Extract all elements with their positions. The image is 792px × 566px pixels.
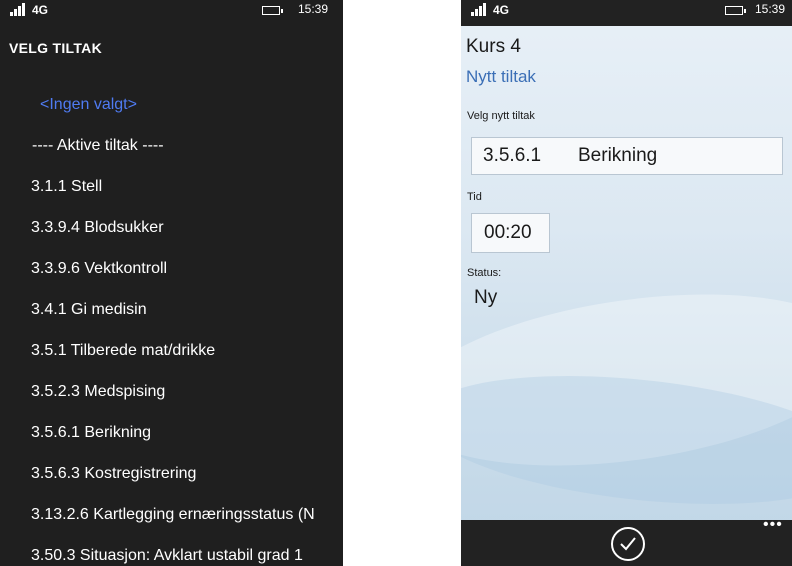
course-title: Kurs 4: [466, 36, 521, 57]
signal-strength-icon: [471, 3, 489, 16]
option-item[interactable]: 3.3.9.4 Blodsukker: [0, 207, 343, 248]
network-type: 4G: [493, 3, 510, 17]
network-type: 4G: [32, 3, 49, 17]
measure-name: Berikning: [578, 145, 658, 166]
clock: 15:39: [298, 2, 329, 16]
option-item[interactable]: 3.50.3 Situasjon: Avklart ustabil grad 1: [0, 535, 343, 566]
option-item[interactable]: 3.13.2.6 Kartlegging ernæringsstatus (N: [0, 494, 343, 535]
status-bar: 4G 15:39: [461, 0, 792, 26]
option-none-selected[interactable]: <Ingen valgt>: [0, 84, 343, 125]
time-field-label: Tid: [467, 191, 482, 203]
option-item[interactable]: 3.3.9.6 Vektkontroll: [0, 248, 343, 289]
option-item[interactable]: 3.5.6.1 Berikning: [0, 412, 343, 453]
option-group-header: ---- Aktive tiltak ----: [32, 137, 164, 154]
measure-picker[interactable]: 3.5.6.1 Berikning: [471, 137, 783, 175]
option-item[interactable]: 3.1.1 Stell: [0, 166, 343, 207]
page-title: VELG TILTAK: [9, 40, 102, 56]
more-dots-icon[interactable]: •••: [763, 517, 787, 533]
battery-icon: [725, 6, 746, 15]
measure-option-list: <Ingen valgt> ---- Aktive tiltak ---- 3.…: [0, 84, 343, 566]
signal-strength-icon: [10, 3, 28, 16]
measure-field-label: Velg nytt tiltak: [467, 110, 535, 122]
app-bar: •••: [461, 517, 792, 566]
status-value: Ny: [474, 287, 498, 308]
option-item[interactable]: 3.5.1 Tilberede mat/drikke: [0, 330, 343, 371]
status-bar: 4G 15:39: [0, 0, 343, 26]
option-item[interactable]: 3.4.1 Gi medisin: [0, 289, 343, 330]
option-item[interactable]: 3.5.6.3 Kostregistrering: [0, 453, 343, 494]
time-picker[interactable]: 00:20: [471, 213, 550, 253]
clock: 15:39: [755, 2, 786, 16]
new-measure-screen: 4G 15:39 Kurs 4 Nytt tiltak Velg nytt ti…: [461, 0, 792, 566]
page-subtitle: Nytt tiltak: [466, 67, 536, 86]
select-measure-screen: 4G 15:39 VELG TILTAK <Ingen valgt> ---- …: [0, 0, 343, 566]
measure-code: 3.5.6.1: [483, 145, 542, 166]
checkmark-circle-icon[interactable]: [611, 527, 645, 561]
battery-icon: [262, 6, 283, 15]
status-field-label: Status:: [467, 267, 502, 279]
option-item[interactable]: 3.5.2.3 Medspising: [0, 371, 343, 412]
